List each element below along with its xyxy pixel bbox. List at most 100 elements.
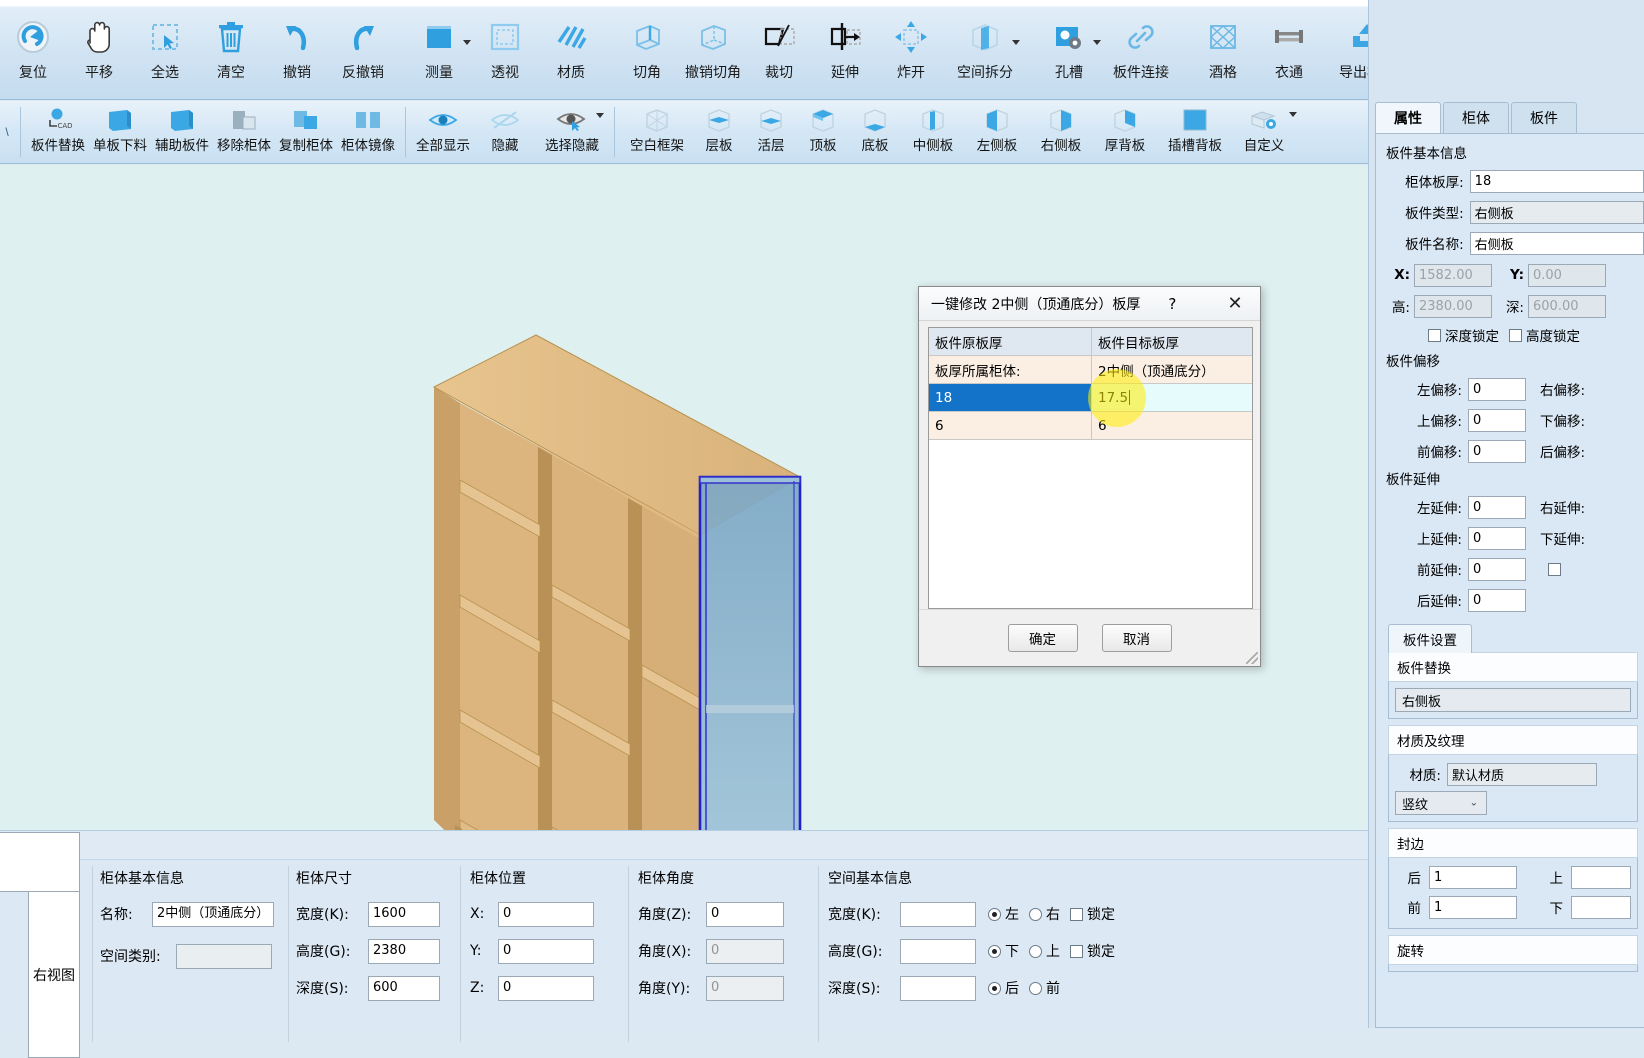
offset-front-input[interactable]: 0: [1468, 439, 1526, 463]
toolbar-button-top-panel[interactable]: 顶板: [797, 103, 849, 161]
toolbar-button-mirror-cabinet[interactable]: 柜体镜像: [337, 103, 399, 161]
angle-x-input[interactable]: 0: [706, 938, 784, 964]
toolbar-button-thick-back-panel[interactable]: 厚背板: [1093, 103, 1157, 161]
toolbar-button-hanging-rod[interactable]: 衣通: [1256, 10, 1322, 94]
position-x-input[interactable]: 0: [498, 901, 594, 927]
toolbar-button-copy-cabinet[interactable]: 复制柜体: [275, 103, 337, 161]
position-y-input[interactable]: 0: [498, 938, 594, 964]
toolbar-button-right-side-panel[interactable]: 右侧板: [1029, 103, 1093, 161]
tab-panel-settings[interactable]: 板件设置: [1388, 624, 1472, 653]
toolbar-button-aux-panel[interactable]: 辅助板件: [151, 103, 213, 161]
toolbar-button-panel-link[interactable]: 板件连接: [1102, 10, 1180, 94]
radio-space-right[interactable]: [1029, 907, 1042, 921]
edge-bottom-input[interactable]: [1571, 895, 1631, 919]
space-height-input[interactable]: [900, 938, 976, 964]
toolbar-button-hole-slot[interactable]: 孔槽: [1036, 10, 1102, 94]
table-row[interactable]: 板厚所属柜体: 2中侧（顶通底分）: [929, 356, 1252, 384]
angle-z-input[interactable]: 0: [706, 901, 784, 927]
radio-space-front[interactable]: [1029, 981, 1042, 995]
grain-direction-select[interactable]: 竖纹 ⌄: [1395, 791, 1487, 815]
space-depth-input[interactable]: [900, 975, 976, 1001]
toolbar-button-explode[interactable]: 炸开: [878, 10, 944, 94]
close-icon[interactable]: ✕: [1214, 288, 1256, 320]
toolbar-button-middle-side-panel[interactable]: 中侧板: [901, 103, 965, 161]
cabinet-name-input[interactable]: 2中侧（顶通底分）: [152, 901, 274, 927]
toolbar-button-clear[interactable]: 清空: [198, 10, 264, 94]
offset-top-input[interactable]: 0: [1468, 408, 1526, 432]
cabinet-depth-input[interactable]: 600: [368, 975, 440, 1001]
toolbar-button-perspective[interactable]: 透视: [472, 10, 538, 94]
panel-type-input[interactable]: 右侧板: [1469, 200, 1644, 224]
extend-back-input[interactable]: 0: [1468, 588, 1526, 612]
toolbar-button-single-panel-cut[interactable]: 单板下料: [89, 103, 151, 161]
table-row[interactable]: 6 6: [929, 412, 1252, 440]
view-thumbnail-top[interactable]: [0, 832, 80, 892]
toolbar-button-wine-rack[interactable]: 酒格: [1190, 10, 1256, 94]
toolbar-button-movable-shelf[interactable]: 活层: [745, 103, 797, 161]
toolbar-button-chamfer[interactable]: 切角: [614, 10, 680, 94]
panel-name-input[interactable]: 右侧板: [1469, 231, 1644, 255]
toolbar-button-undo-chamfer[interactable]: 撤销切角: [680, 10, 746, 94]
extend-front-input[interactable]: 0: [1468, 557, 1526, 581]
panel-replace-select[interactable]: 右侧板: [1395, 688, 1631, 712]
radio-space-up[interactable]: [1029, 944, 1042, 958]
checkbox-extend-option[interactable]: [1548, 562, 1561, 576]
toolbar-button-redo[interactable]: 反撤销: [330, 10, 396, 94]
toolbar-button-trim[interactable]: 裁切: [746, 10, 812, 94]
toolbar-overflow-handle[interactable]: \: [0, 103, 14, 161]
checkbox-height-lock[interactable]: [1509, 328, 1522, 342]
checkbox-lock-height[interactable]: [1070, 944, 1083, 958]
toolbar-button-remove-cabinet[interactable]: 移除柜体: [213, 103, 275, 161]
material-input[interactable]: 默认材质: [1447, 762, 1597, 786]
cancel-button[interactable]: 取消: [1101, 624, 1172, 652]
chevron-down-icon[interactable]: [596, 113, 604, 118]
toolbar-button-custom[interactable]: 自定义: [1233, 103, 1297, 161]
edge-top-input[interactable]: [1571, 865, 1631, 889]
ok-button[interactable]: 确定: [1007, 624, 1078, 652]
radio-space-left[interactable]: [988, 907, 1001, 921]
toolbar-button-reset[interactable]: 复位: [0, 10, 66, 94]
chevron-down-icon[interactable]: [463, 40, 471, 45]
thickness-modify-dialog[interactable]: 一键修改 2中侧（顶通底分）板厚 ? ✕ 板件原板厚 板件目标板厚 板厚所属柜体…: [918, 286, 1261, 667]
position-z-input[interactable]: 0: [498, 975, 594, 1001]
edge-front-input[interactable]: 1: [1429, 895, 1517, 919]
toolbar-button-shelf[interactable]: 层板: [693, 103, 745, 161]
toolbar-button-left-side-panel[interactable]: 左侧板: [965, 103, 1029, 161]
cell-target-input[interactable]: 17.5: [1092, 384, 1252, 411]
table-row[interactable]: 18 17.5: [929, 384, 1252, 412]
toolbar-button-hide[interactable]: 隐藏: [474, 103, 536, 161]
toolbar-button-pan[interactable]: 平移: [66, 10, 132, 94]
thickness-grid[interactable]: 板件原板厚 板件目标板厚 板厚所属柜体: 2中侧（顶通底分） 18 17.5 6…: [928, 327, 1253, 609]
tab-cabinet[interactable]: 柜体: [1443, 102, 1509, 133]
cabinet-thickness-input[interactable]: 18: [1469, 169, 1644, 193]
chevron-down-icon[interactable]: [1289, 112, 1297, 117]
edge-back-input[interactable]: 1: [1429, 865, 1517, 889]
toolbar-button-measure[interactable]: 测量: [406, 10, 472, 94]
space-width-input[interactable]: [900, 901, 976, 927]
radio-space-back[interactable]: [988, 981, 1001, 995]
tab-panel[interactable]: 板件: [1511, 102, 1577, 133]
help-icon[interactable]: ?: [1168, 295, 1176, 313]
tab-properties[interactable]: 属性: [1375, 102, 1441, 133]
toolbar-button-material[interactable]: 材质: [538, 10, 604, 94]
toolbar-button-slot-back-panel[interactable]: 插槽背板: [1157, 103, 1233, 161]
radio-space-down[interactable]: [988, 944, 1001, 958]
cabinet-height-input[interactable]: 2380: [368, 938, 440, 964]
offset-left-input[interactable]: 0: [1468, 377, 1526, 401]
cabinet-width-input[interactable]: 1600: [368, 901, 440, 927]
chevron-down-icon[interactable]: [1012, 40, 1020, 45]
angle-y-input[interactable]: 0: [706, 975, 784, 1001]
toolbar-button-panel-replace[interactable]: CAD 板件替换: [27, 103, 89, 161]
toolbar-button-show-all[interactable]: 全部显示: [412, 103, 474, 161]
space-type-input[interactable]: [176, 943, 272, 969]
extend-left-input[interactable]: 0: [1468, 495, 1526, 519]
toolbar-button-split-space[interactable]: 空间拆分: [944, 10, 1026, 94]
toolbar-button-extend[interactable]: 延伸: [812, 10, 878, 94]
view-label-right[interactable]: 右视图: [28, 892, 80, 1058]
toolbar-button-empty-frame[interactable]: 空白框架: [621, 103, 693, 161]
chevron-down-icon[interactable]: [1093, 40, 1101, 45]
checkbox-depth-lock[interactable]: [1428, 328, 1441, 342]
toolbar-button-undo[interactable]: 撤销: [264, 10, 330, 94]
checkbox-lock-width[interactable]: [1070, 907, 1083, 921]
toolbar-button-bottom-panel[interactable]: 底板: [849, 103, 901, 161]
